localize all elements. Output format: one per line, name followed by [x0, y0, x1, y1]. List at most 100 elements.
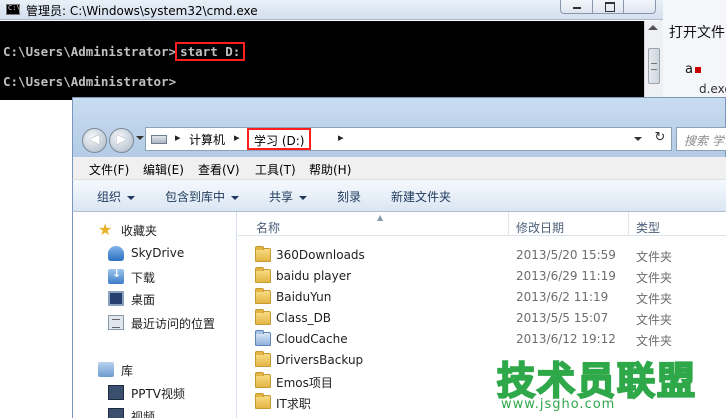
file-date: 2013/6/2 11:19: [516, 290, 609, 304]
chevron-down-icon: [127, 195, 136, 200]
nav-desktop-label: 桌面: [131, 293, 156, 307]
file-date: 2013/5/5 15:07: [516, 311, 609, 325]
file-date: 2013/5/20 15:59: [516, 248, 616, 262]
folder-icon: [255, 372, 271, 388]
folder-icon: [255, 267, 271, 283]
folder-icon: [255, 309, 271, 325]
star-icon: ★: [98, 220, 113, 239]
file-name: IT求职: [276, 397, 311, 411]
console-icon-label: C:\: [8, 4, 21, 12]
cmd-window: C:\ 管理员: C:\Windows\system32\cmd.exe C:\…: [0, 0, 663, 100]
open-file-text: 打开文件: [669, 25, 725, 41]
nav-pptv-video[interactable]: PPTV视频: [73, 382, 236, 404]
scrollbar-thumb[interactable]: [648, 48, 660, 84]
desktop-icon: [108, 291, 124, 306]
include-in-library-button[interactable]: 包含到库中: [165, 188, 240, 205]
explorer-frame: ◀ ▶ ▸ 计算机 ▸ 学习 (D:) ▸ ↻ 搜索 学习: [72, 97, 726, 157]
font-a-text: a: [685, 62, 693, 77]
console-output[interactable]: C:\Users\Administrator> start D: C:\Users…: [0, 21, 644, 100]
refresh-icon[interactable]: ↻: [651, 130, 669, 148]
command-bar: 组织 包含到库中 共享 刻录 新建文件夹: [72, 180, 726, 212]
file-name: BaiduYun: [276, 290, 332, 304]
console-line-1: C:\Users\Administrator> start D:: [3, 42, 246, 61]
downloads-icon: [108, 267, 124, 284]
nav-downloads-label: 下载: [131, 271, 156, 285]
address-bar[interactable]: ▸ 计算机 ▸ 学习 (D:) ▸ ↻: [145, 127, 672, 151]
column-headers: ▲ 名称 修改日期 类型: [238, 212, 726, 236]
chevron-down-icon: [299, 195, 308, 200]
file-name: DriversBackup: [276, 353, 364, 367]
table-row[interactable]: Class_DB 2013/5/5 15:07 文件夹: [238, 308, 726, 329]
column-modified-header[interactable]: 修改日期: [516, 219, 564, 236]
column-divider[interactable]: [628, 212, 629, 236]
nav-skydrive-label: SkyDrive: [131, 246, 185, 260]
nav-favorites[interactable]: ★ 收藏夹: [73, 219, 236, 241]
table-row[interactable]: CloudCache 2013/6/12 19:12 文件夹: [238, 329, 726, 350]
file-name: Class_DB: [276, 311, 332, 325]
new-folder-button[interactable]: 新建文件夹: [391, 188, 451, 205]
column-name-header[interactable]: 名称: [256, 219, 280, 236]
file-type: 文件夹: [636, 250, 673, 264]
site-watermark: 技术员联盟 www.jsgho.com: [496, 350, 697, 414]
menu-view[interactable]: 查看(V): [198, 161, 240, 178]
console-scrollbar[interactable]: [644, 21, 663, 100]
nav-recent-places-label: 最近访问的位置: [131, 317, 216, 331]
folder-icon: [255, 288, 271, 304]
cmd-window-title: 管理员: C:\Windows\system32\cmd.exe: [26, 4, 258, 18]
cmd-window-controls: [560, 0, 656, 14]
burn-button[interactable]: 刻录: [337, 188, 361, 205]
table-row[interactable]: baidu player 2013/6/29 11:19 文件夹: [238, 266, 726, 287]
maximize-button[interactable]: [593, 0, 625, 13]
column-divider[interactable]: [508, 212, 509, 236]
minimize-button[interactable]: [561, 0, 593, 13]
cmd-title-bar[interactable]: C:\ 管理员: C:\Windows\system32\cmd.exe: [0, 0, 663, 20]
file-name: 360Downloads: [276, 248, 365, 262]
menu-file[interactable]: 文件(F): [89, 161, 129, 178]
search-placeholder: 搜索 学习: [684, 134, 726, 148]
console-line-2: C:\Users\Administrator>: [3, 74, 177, 89]
back-button[interactable]: ◀: [82, 128, 107, 153]
share-button[interactable]: 共享: [269, 188, 308, 205]
history-dropdown-icon[interactable]: [136, 136, 144, 140]
breadcrumb-chevron-icon[interactable]: ▸: [234, 131, 240, 144]
organize-button[interactable]: 组织: [97, 188, 136, 205]
red-color-swatch: [694, 66, 701, 73]
highlighted-command: start D:: [175, 42, 246, 61]
breadcrumb-chevron-icon[interactable]: ▸: [338, 131, 344, 144]
close-button[interactable]: [624, 0, 655, 13]
table-row[interactable]: BaiduYun 2013/6/2 11:19 文件夹: [238, 287, 726, 308]
watermark-url: www.jsgho.com: [501, 397, 616, 412]
libraries-icon: [98, 362, 114, 377]
nav-skydrive[interactable]: SkyDrive: [73, 243, 236, 265]
drive-icon: [151, 135, 167, 144]
nav-libraries[interactable]: 库: [73, 359, 236, 381]
column-type-header[interactable]: 类型: [636, 219, 660, 236]
nav-recent-places[interactable]: 最近访问的位置: [73, 312, 236, 334]
file-type: 文件夹: [636, 313, 673, 327]
navigation-pane: ★ 收藏夹 SkyDrive 下载 桌面 最近访问的位置 库 PPTV视频: [72, 212, 237, 418]
back-arrow-icon: ◀: [89, 132, 100, 147]
nav-downloads[interactable]: 下载: [73, 266, 236, 288]
address-dropdown-icon[interactable]: [634, 137, 642, 141]
search-box[interactable]: 搜索 学习: [676, 127, 726, 151]
nav-libraries-label: 库: [121, 364, 134, 378]
scroll-up-icon[interactable]: [648, 25, 658, 30]
table-row[interactable]: 360Downloads 2013/5/20 15:59 文件夹: [238, 245, 726, 266]
file-type: 文件夹: [636, 292, 673, 306]
forward-arrow-icon: ▶: [116, 132, 127, 147]
chevron-down-icon: [231, 195, 240, 200]
file-name: baidu player: [276, 269, 352, 283]
include-in-library-label: 包含到库中: [165, 190, 226, 204]
menu-help[interactable]: 帮助(H): [309, 161, 351, 178]
breadcrumb-computer[interactable]: 计算机: [189, 131, 225, 148]
breadcrumb-chevron-icon[interactable]: ▸: [175, 131, 181, 144]
nav-videos[interactable]: 视频: [73, 405, 236, 418]
nav-favorites-label: 收藏夹: [121, 224, 158, 238]
menu-edit[interactable]: 编辑(E): [143, 161, 184, 178]
forward-button[interactable]: ▶: [109, 128, 134, 153]
menu-tools[interactable]: 工具(T): [255, 161, 296, 178]
sort-ascending-icon: ▲: [377, 213, 384, 222]
nav-pptv-video-label: PPTV视频: [131, 387, 186, 401]
breadcrumb-drive-highlighted[interactable]: 学习 (D:): [247, 128, 312, 150]
nav-desktop[interactable]: 桌面: [73, 288, 236, 310]
